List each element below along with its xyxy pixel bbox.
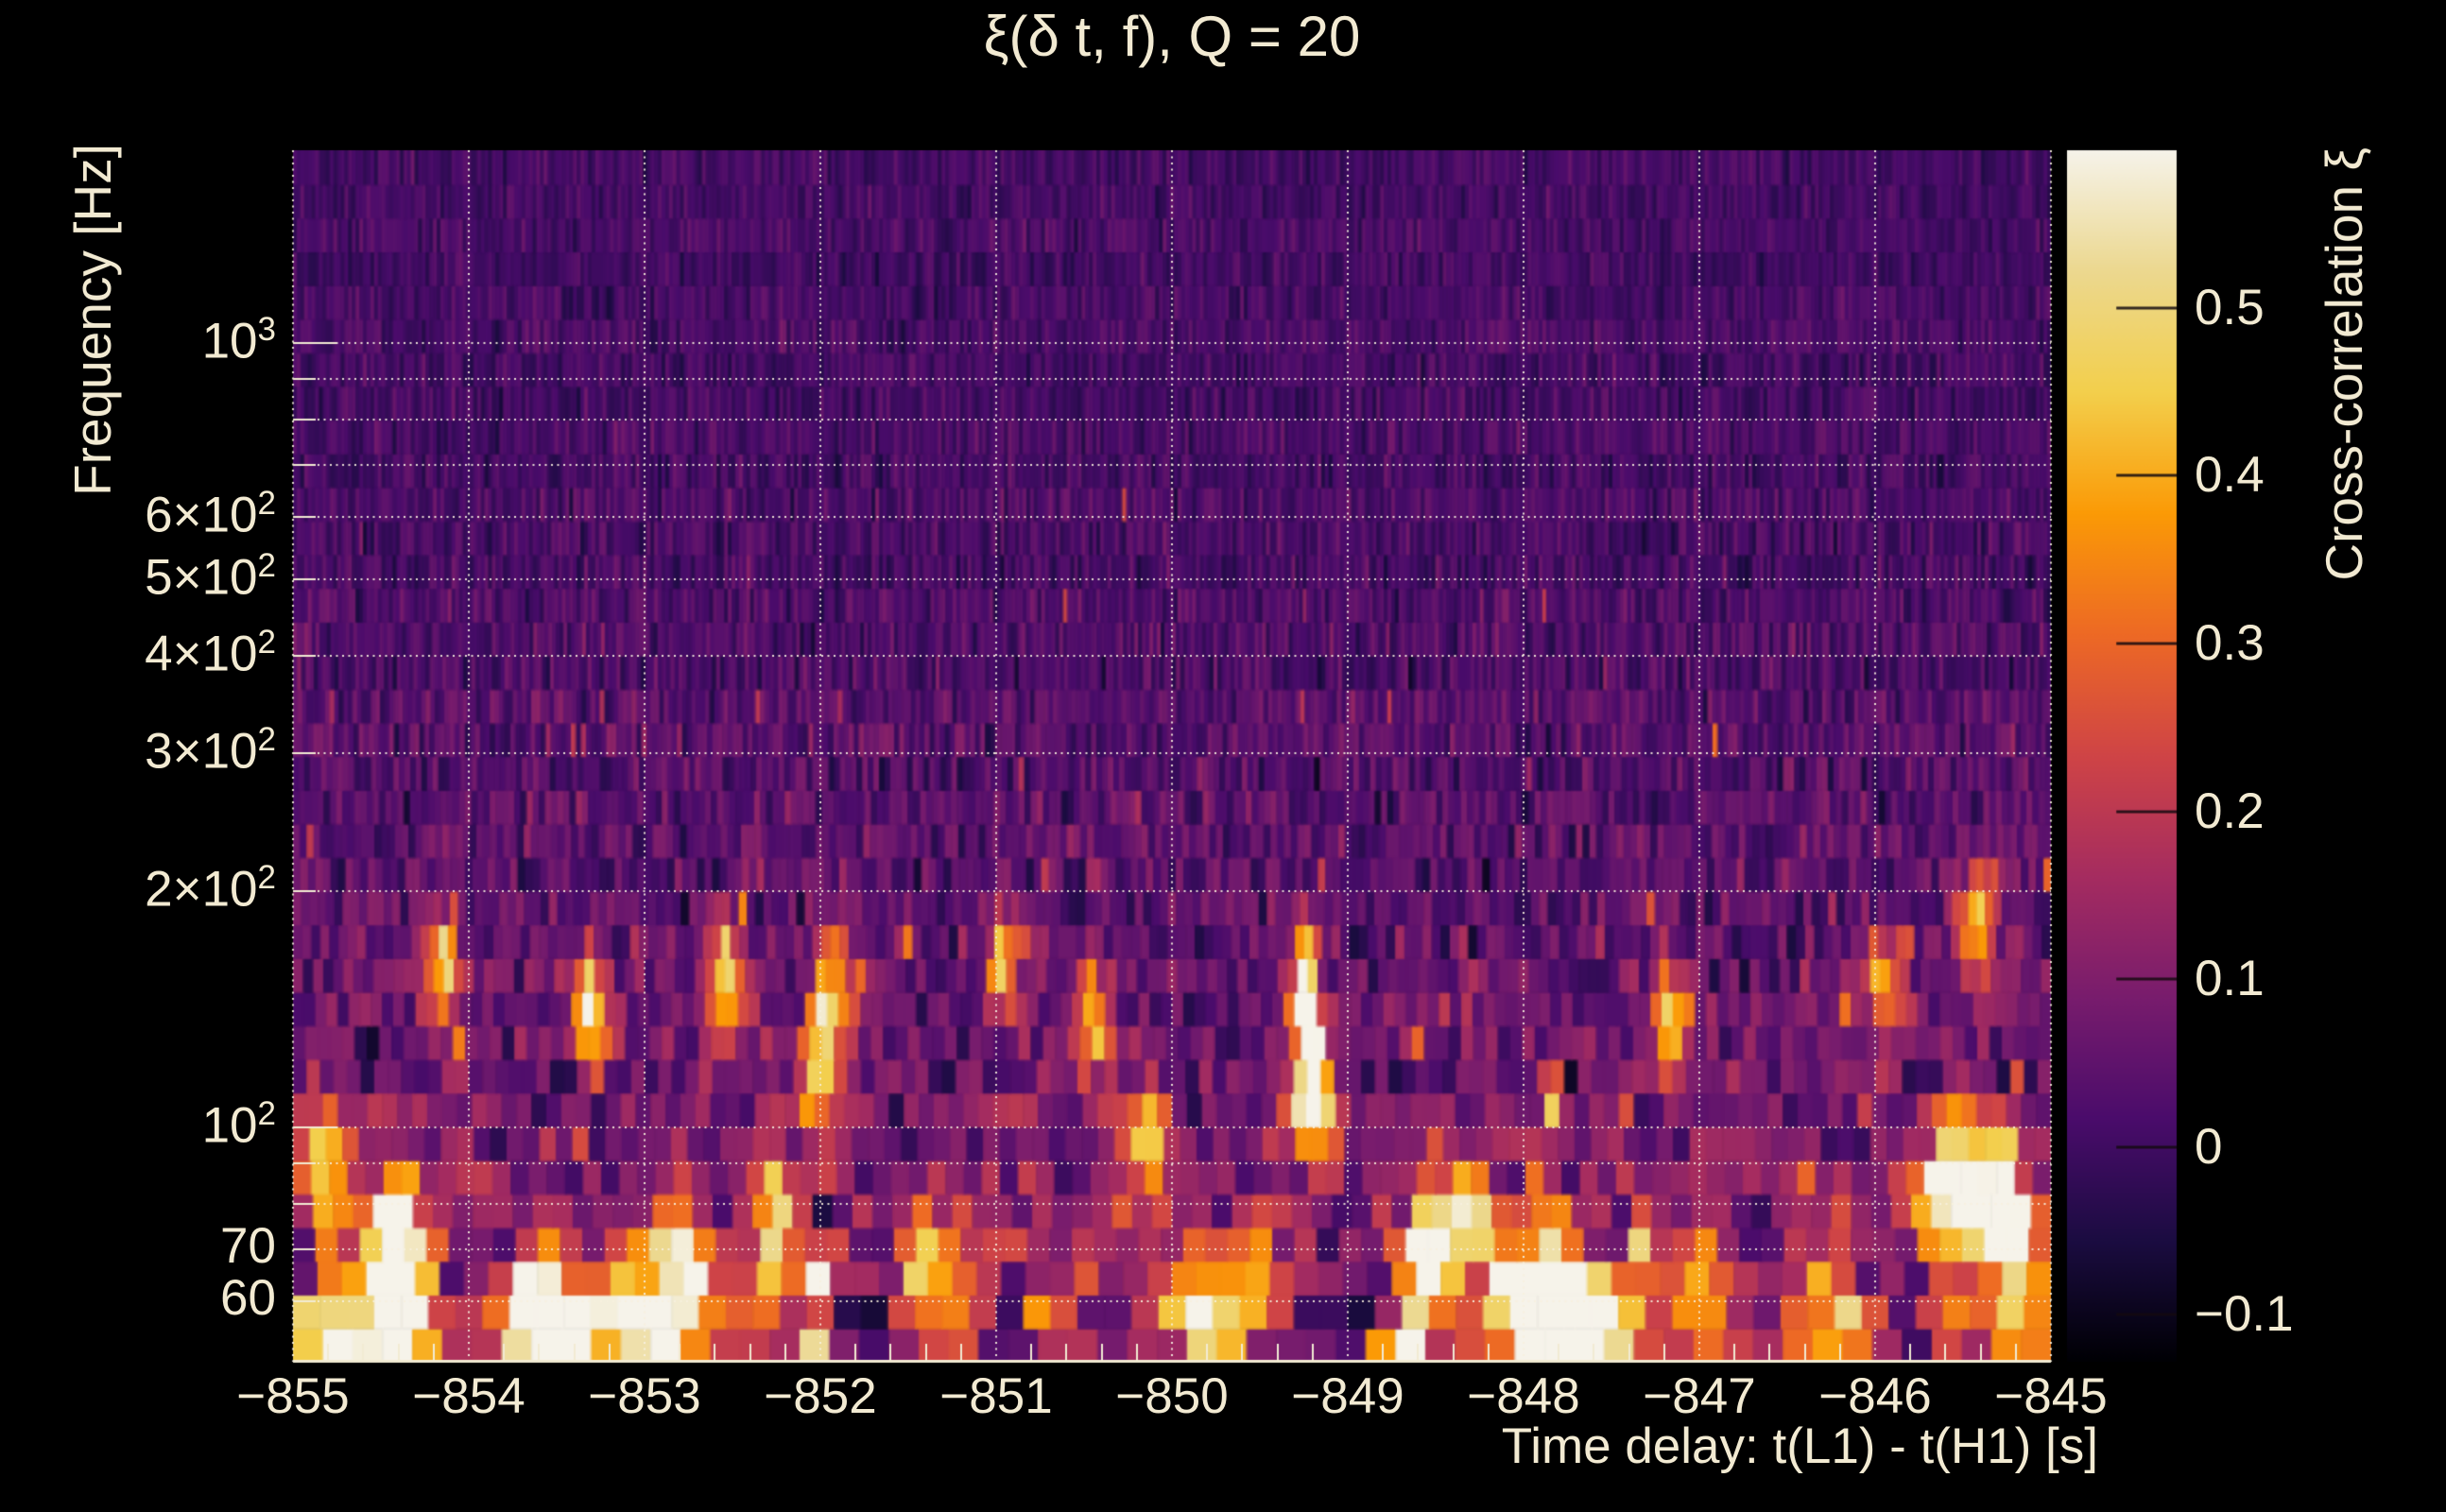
y-tick-label: 103 <box>201 311 276 369</box>
y-tick-label: 6×102 <box>145 485 276 543</box>
cross-correlation-spectrogram-figure: ξ(δ t, f), Q = 20 Frequency [Hz] Time de… <box>0 0 2446 1512</box>
colorbar-tick-label: 0.2 <box>2195 783 2265 839</box>
colorbar-tick-label: −0.1 <box>2195 1286 2294 1342</box>
colorbar-tick-label: 0.4 <box>2195 447 2265 503</box>
colorbar-tick-label: 0.5 <box>2195 280 2265 335</box>
y-tick-label: 3×102 <box>145 721 276 780</box>
y-tick-label: 70 <box>220 1218 276 1274</box>
y-tick-label: 102 <box>201 1095 276 1154</box>
x-axis-title: Time delay: t(L1) - t(H1) [s] <box>1501 1418 2098 1474</box>
colorbar-tick-label: 0.3 <box>2195 615 2265 671</box>
y-tick-label: 2×102 <box>145 859 276 918</box>
y-tick-label: 5×102 <box>145 547 276 606</box>
colorbar-tick-label: 0 <box>2195 1119 2223 1175</box>
chart-title: ξ(δ t, f), Q = 20 <box>983 5 1361 68</box>
x-tick-label: −845 <box>1994 1368 2108 1424</box>
colorbar-title: Cross-correlation ξ <box>2315 147 2373 581</box>
y-tick-label: 60 <box>220 1270 276 1326</box>
heatmap-canvas <box>0 0 2446 1512</box>
colorbar-tick-label: 0.1 <box>2195 951 2265 1006</box>
y-tick-label: 4×102 <box>145 624 276 682</box>
